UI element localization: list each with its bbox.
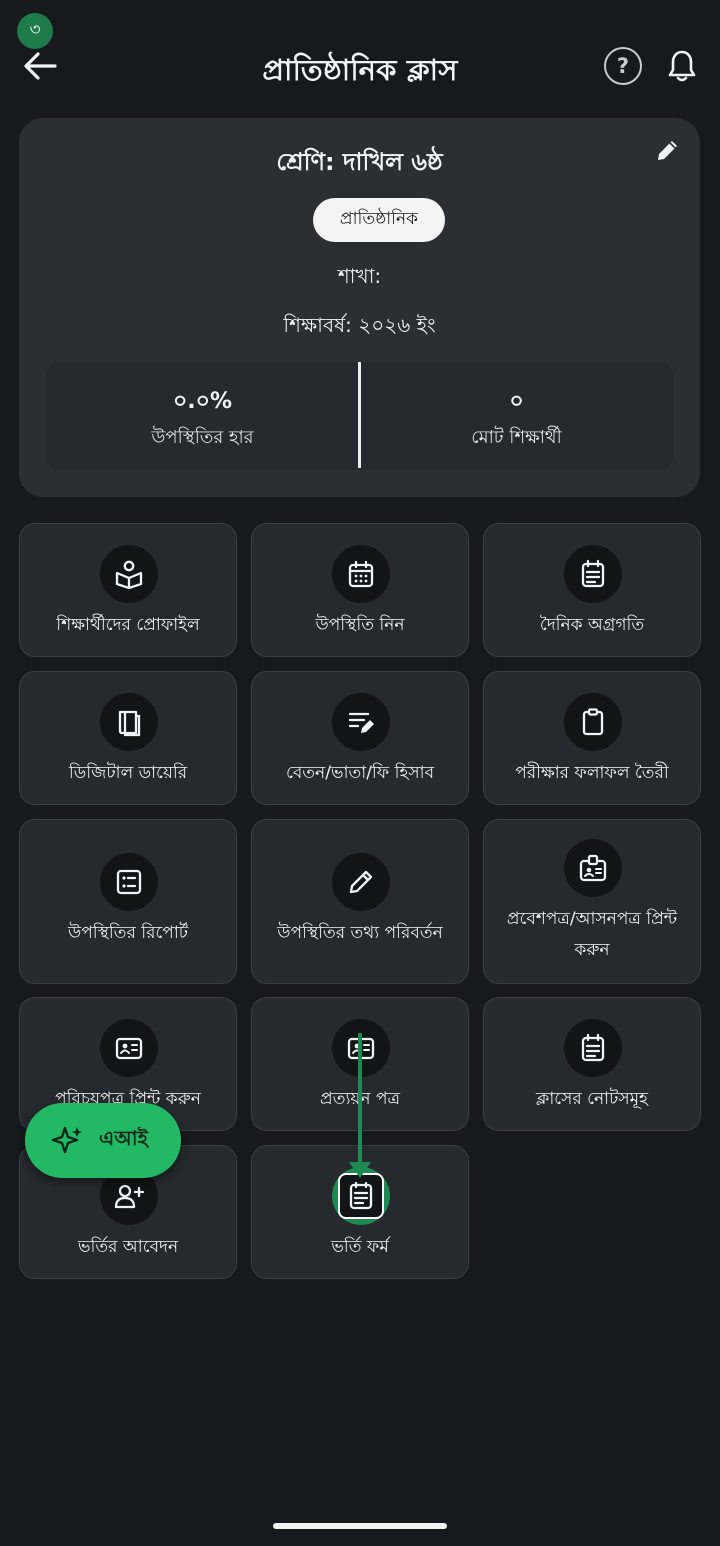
total-students-stat: ০ মোট শিক্ষার্থী (360, 362, 673, 470)
class-name: শ্রেণি: দাখিল ৬ষ্ঠ (276, 148, 443, 176)
attendance-rate-label: উপস্থিতির হার (151, 427, 254, 448)
admission-form-tile[interactable]: ভর্তি ফর্ম (251, 1145, 469, 1279)
app-screen: ৩ প্রাতিষ্ঠানিক ক্লাস ? শ্রেণি: দাখিল ৬ষ… (0, 0, 720, 1546)
total-students-value: ০ (509, 389, 524, 414)
take-attendance-tile[interactable]: উপস্থিতি নিন (251, 523, 469, 657)
home-indicator[interactable] (273, 1523, 447, 1529)
class-notes-tile[interactable]: ক্লাসের নোটসমূহ (483, 997, 701, 1131)
sparkle-icon (51, 1126, 82, 1153)
daily-progress-tile[interactable]: দৈনিক অগ্রগতি (483, 523, 701, 657)
attendance-rate-value: ০.০% (172, 389, 232, 414)
tile-label: দৈনিক অগ্রগতি (539, 615, 645, 635)
certificate-tile[interactable]: প্রত্যয়ন পত্র (251, 997, 469, 1131)
ai-button-label: এআই (99, 1126, 148, 1150)
id-card-icon (347, 1037, 375, 1060)
attendance-rate-stat: ০.০% উপস্থিতির হার (46, 362, 359, 470)
fees-accounts-tile[interactable]: বেতন/ভাতা/ফি হিসাব (251, 671, 469, 805)
branch-text: শাখা: (337, 264, 382, 288)
academic-session-text: শিক্ষাবর্ষ: ২০২৬ ইং (283, 313, 436, 337)
form-icon (349, 1181, 373, 1210)
attendance-report-tile[interactable]: উপস্থিতির রিপোর্ট (19, 819, 237, 984)
notepad-icon (581, 1033, 605, 1062)
tile-label: শিক্ষার্থীদের প্রোফাইল (56, 615, 200, 635)
tile-label: ভর্তির আবেদন (77, 1237, 179, 1257)
profile-book-icon (115, 560, 143, 589)
tile-label: বেতন/ভাতা/ফি হিসাব (285, 763, 435, 783)
tile-label: ডিজিটাল ডায়েরি (68, 763, 188, 783)
tile-label: উপস্থিতি নিন (315, 615, 405, 635)
class-stats: ০.০% উপস্থিতির হার ০ মোট শিক্ষার্থী (46, 362, 673, 470)
add-user-icon (114, 1184, 145, 1209)
tile-label: প্রত্যয়ন পত্র (320, 1089, 400, 1109)
edit-attendance-tile[interactable]: উপস্থিতির তথ্য পরিবর্তন (251, 819, 469, 984)
help-button[interactable]: ? (604, 47, 642, 85)
report-list-icon (116, 869, 142, 895)
tile-label: উপস্থিতির তথ্য পরিবর্তন (277, 923, 443, 943)
tile-label: ভর্তি ফর্ম (331, 1237, 389, 1257)
highlight-ring (338, 1173, 384, 1219)
edit-note-icon (348, 712, 374, 733)
class-summary-card: শ্রেণি: দাখিল ৬ষ্ঠ প্রাতিষ্ঠানিক শাখা: শ… (19, 118, 700, 497)
tile-label: পরীক্ষার ফলাফল তৈরী (515, 763, 669, 783)
badge-icon (579, 854, 607, 882)
tile-label: প্রবেশপত্র/আসনপত্র প্রিন্ট করুন (506, 909, 678, 960)
digital-diary-tile[interactable]: ডিজিটাল ডায়েরি (19, 671, 237, 805)
bell-icon (668, 50, 696, 82)
calendar-icon (348, 560, 374, 588)
class-type-badge: প্রাতিষ্ঠানিক (313, 198, 445, 242)
diary-icon (118, 710, 141, 737)
id-card-icon (115, 1037, 143, 1060)
notifications-button[interactable] (662, 46, 702, 86)
pencil-icon (658, 141, 677, 160)
exam-results-tile[interactable]: পরীক্ষার ফলাফল তৈরী (483, 671, 701, 805)
notepad-icon (581, 559, 605, 588)
edit-class-button[interactable] (652, 136, 682, 166)
tile-label: ক্লাসের নোটসমূহ (536, 1089, 648, 1109)
student-profiles-tile[interactable]: শিক্ষার্থীদের প্রোফাইল (19, 523, 237, 657)
pencil-icon (349, 870, 373, 894)
admit-card-print-tile[interactable]: প্রবেশপত্র/আসনপত্র প্রিন্ট করুন (483, 819, 701, 984)
clipboard-icon (582, 708, 604, 736)
ai-assistant-button[interactable]: এআই (25, 1103, 181, 1178)
total-students-label: মোট শিক্ষার্থী (471, 427, 562, 448)
tile-label: উপস্থিতির রিপোর্ট (67, 923, 189, 943)
top-app-bar: প্রাতিষ্ঠানিক ক্লাস ? (0, 30, 720, 102)
question-mark-icon: ? (616, 54, 630, 78)
